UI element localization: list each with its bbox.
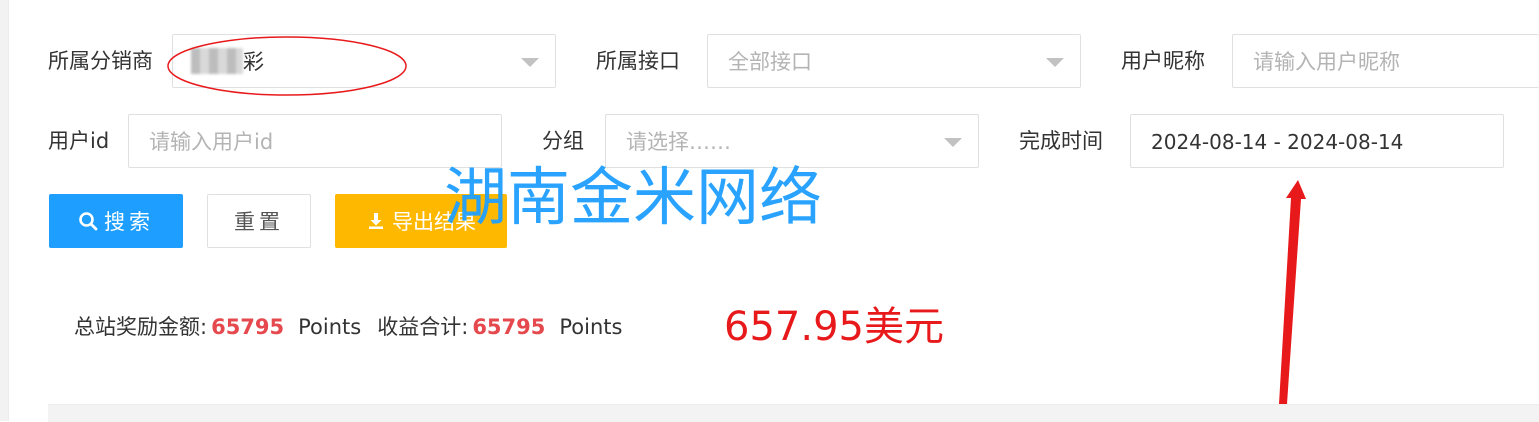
reward-amount: 65795 [211,315,285,339]
nickname-input[interactable]: 请输入用户昵称 [1232,34,1539,88]
distributor-label: 所属分销商 [48,49,153,73]
chevron-down-icon [521,58,539,67]
red-arrow-icon [1279,180,1306,404]
nickname-placeholder: 请输入用户昵称 [1253,50,1400,74]
finish-time-label: 完成时间 [1019,129,1103,153]
chevron-down-icon [944,138,962,147]
search-button[interactable]: 搜索 [49,194,183,248]
download-icon [369,213,383,229]
search-button-label: 搜索 [104,210,154,234]
chevron-down-icon [1046,58,1064,67]
interface-placeholder: 全部接口 [728,50,812,74]
income-label: 收益合计: [377,315,469,339]
redacted-name [191,48,243,74]
reward-label: 总站奖励金额: [74,315,208,339]
group-placeholder: 请选择…… [626,130,731,154]
table-header [48,404,1539,422]
distributor-value-suffix: 彩 [243,50,264,74]
summary-bar: 总站奖励金额: 65795 Points 收益合计: 65795 Points [74,313,622,341]
income-amount: 65795 [472,315,546,339]
interface-select[interactable]: 全部接口 [707,34,1081,88]
interface-label: 所属接口 [596,49,680,73]
left-rail [0,0,9,421]
watermark-text: 湖南金米网络 [444,161,822,234]
reset-button-label: 重置 [234,210,284,234]
search-icon [79,212,98,231]
nickname-label: 用户昵称 [1121,49,1205,73]
user-id-label: 用户id [48,129,110,153]
finish-time-value: 2024-08-14 - 2024-08-14 [1151,130,1404,154]
reset-button[interactable]: 重置 [207,194,311,248]
reward-unit: Points [298,315,362,339]
user-id-placeholder: 请输入用户id [149,130,274,154]
group-label: 分组 [542,129,584,153]
usd-annotation: 657.95美元 [724,304,944,350]
finish-time-range-input[interactable]: 2024-08-14 - 2024-08-14 [1130,114,1504,168]
income-unit: Points [559,315,623,339]
distributor-select[interactable]: 彩 [172,34,556,88]
